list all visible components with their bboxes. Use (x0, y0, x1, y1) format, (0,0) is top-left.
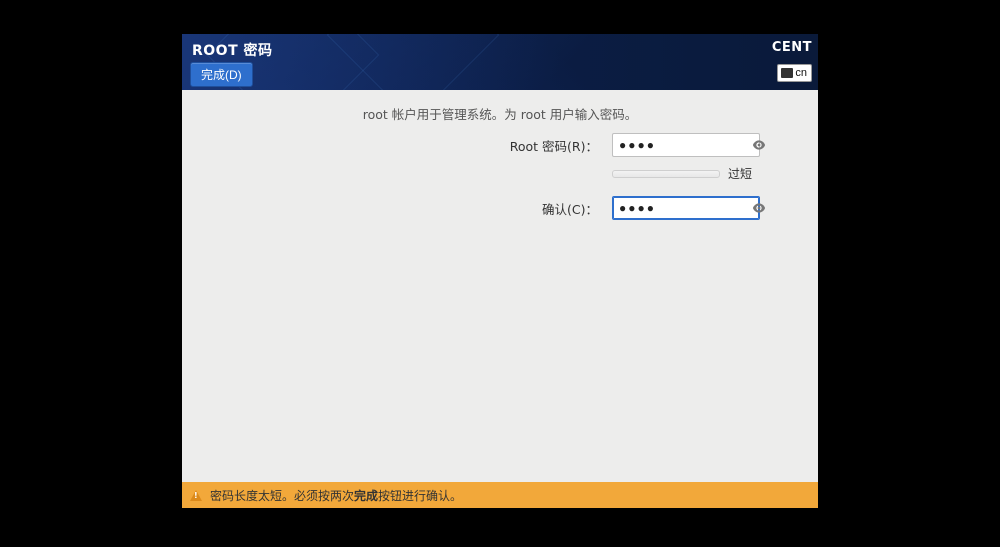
instruction-text: root 帐户用于管理系统。为 root 用户输入密码。 (198, 104, 802, 123)
password-strength-text: 过短 (728, 165, 752, 182)
eye-icon (751, 137, 767, 153)
confirm-label: 确认(C)： (378, 199, 602, 218)
confirm-password-input[interactable] (612, 196, 760, 220)
reveal-password-button[interactable] (750, 137, 768, 153)
distro-brand: CENT (772, 40, 812, 55)
keyboard-icon (781, 68, 793, 78)
warning-icon (190, 490, 202, 501)
reveal-confirm-button[interactable] (750, 200, 768, 216)
keyboard-layout-label: cn (795, 67, 807, 79)
confirm-field-wrap (612, 196, 772, 220)
strength-row: 过短 (612, 165, 802, 182)
done-button[interactable]: 完成(D) (190, 62, 253, 87)
eye-icon (751, 200, 767, 216)
root-password-screen: ROOT 密码 完成(D) CENT cn root 帐户用于管理系统。为 ro… (182, 34, 818, 508)
warning-text: 密码长度太短。必须按两次完成按钮进行确认。 (210, 487, 462, 504)
password-form: Root 密码(R)： 过短 确认(C)： (378, 133, 802, 220)
password-strength-bar (612, 170, 720, 178)
keyboard-layout-button[interactable]: cn (777, 64, 812, 82)
content-area: root 帐户用于管理系统。为 root 用户输入密码。 Root 密码(R)：… (182, 90, 818, 482)
password-label: Root 密码(R)： (378, 136, 602, 155)
page-title: ROOT 密码 (192, 40, 808, 60)
warning-bar: 密码长度太短。必须按两次完成按钮进行确认。 (182, 482, 818, 508)
password-input[interactable] (612, 133, 760, 157)
header: ROOT 密码 完成(D) CENT cn (182, 34, 818, 90)
password-field-wrap (612, 133, 772, 157)
